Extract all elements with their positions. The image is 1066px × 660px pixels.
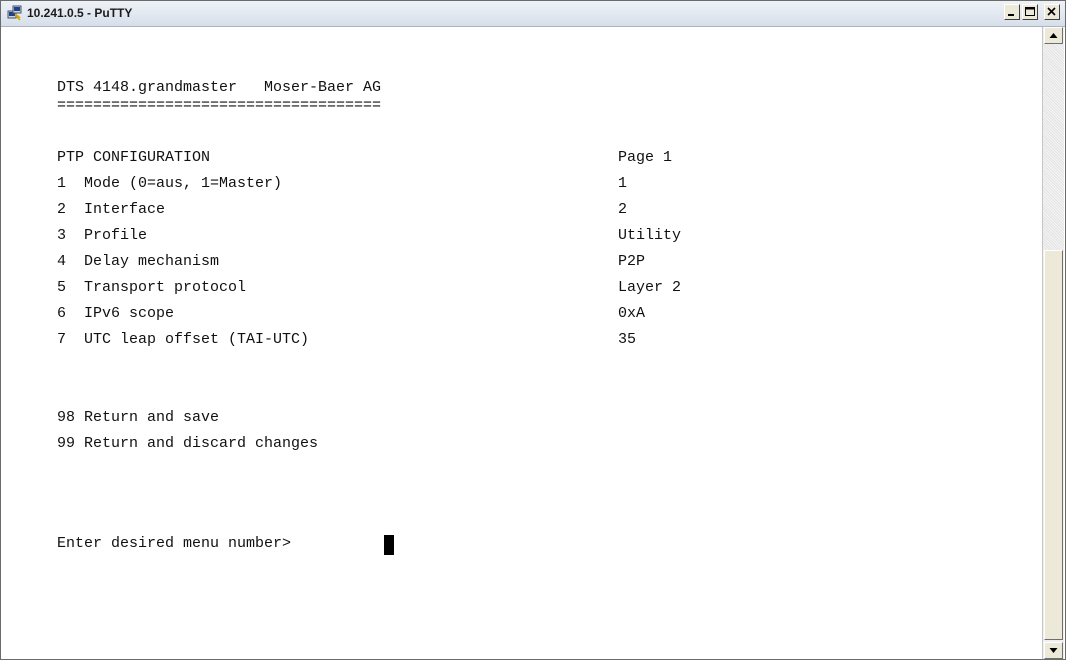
menu-item-label: 1 Mode (0=aus, 1=Master) (57, 175, 283, 192)
menu-item-label: 6 IPv6 scope (57, 305, 175, 322)
scroll-track[interactable] (1043, 44, 1064, 250)
putty-icon[interactable] (7, 5, 23, 21)
menu-item-label: 7 UTC leap offset (TAI-UTC) (57, 331, 310, 348)
device-header: DTS 4148.grandmaster Moser-Baer AG (57, 79, 382, 96)
window-title: 10.241.0.5 - PuTTY (27, 6, 133, 20)
close-button[interactable] (1044, 4, 1060, 20)
action-save: 98 Return and save (57, 409, 220, 426)
menu-item-value: Utility (618, 227, 682, 244)
menu-item-value: 1 (618, 175, 628, 192)
title-bar[interactable]: 10.241.0.5 - PuTTY (1, 1, 1065, 27)
page-label: Page 1 (618, 149, 673, 166)
terminal-area[interactable]: DTS 4148.grandmaster Moser-Baer AG =====… (1, 27, 1041, 659)
menu-item-label: 3 Profile (57, 227, 148, 244)
action-discard: 99 Return and discard changes (57, 435, 319, 452)
menu-item-value: 2 (618, 201, 628, 218)
minimize-icon (1008, 14, 1014, 16)
vertical-scrollbar[interactable] (1042, 27, 1064, 659)
scroll-thumb[interactable] (1044, 250, 1063, 640)
section-title: PTP CONFIGURATION (57, 149, 211, 166)
input-prompt: Enter desired menu number> (57, 535, 292, 552)
menu-item-value: 35 (618, 331, 637, 348)
scroll-up-button[interactable] (1044, 27, 1063, 44)
menu-item-label: 2 Interface (57, 201, 166, 218)
header-separator: ==================================== (57, 97, 382, 114)
minimize-button[interactable] (1004, 4, 1020, 20)
maximize-icon (1025, 7, 1035, 16)
arrow-down-icon (1049, 648, 1058, 653)
menu-item-value: 0xA (618, 305, 646, 322)
close-icon (1047, 7, 1056, 16)
arrow-up-icon (1049, 33, 1058, 38)
menu-item-label: 4 Delay mechanism (57, 253, 220, 270)
text-cursor (384, 535, 394, 555)
scroll-down-button[interactable] (1044, 642, 1063, 659)
maximize-button[interactable] (1022, 4, 1038, 20)
menu-item-label: 5 Transport protocol (57, 279, 247, 296)
putty-window: 10.241.0.5 - PuTTY DTS 4148.grandmaster … (0, 0, 1066, 660)
menu-item-value: P2P (618, 253, 646, 270)
menu-item-value: Layer 2 (618, 279, 682, 296)
